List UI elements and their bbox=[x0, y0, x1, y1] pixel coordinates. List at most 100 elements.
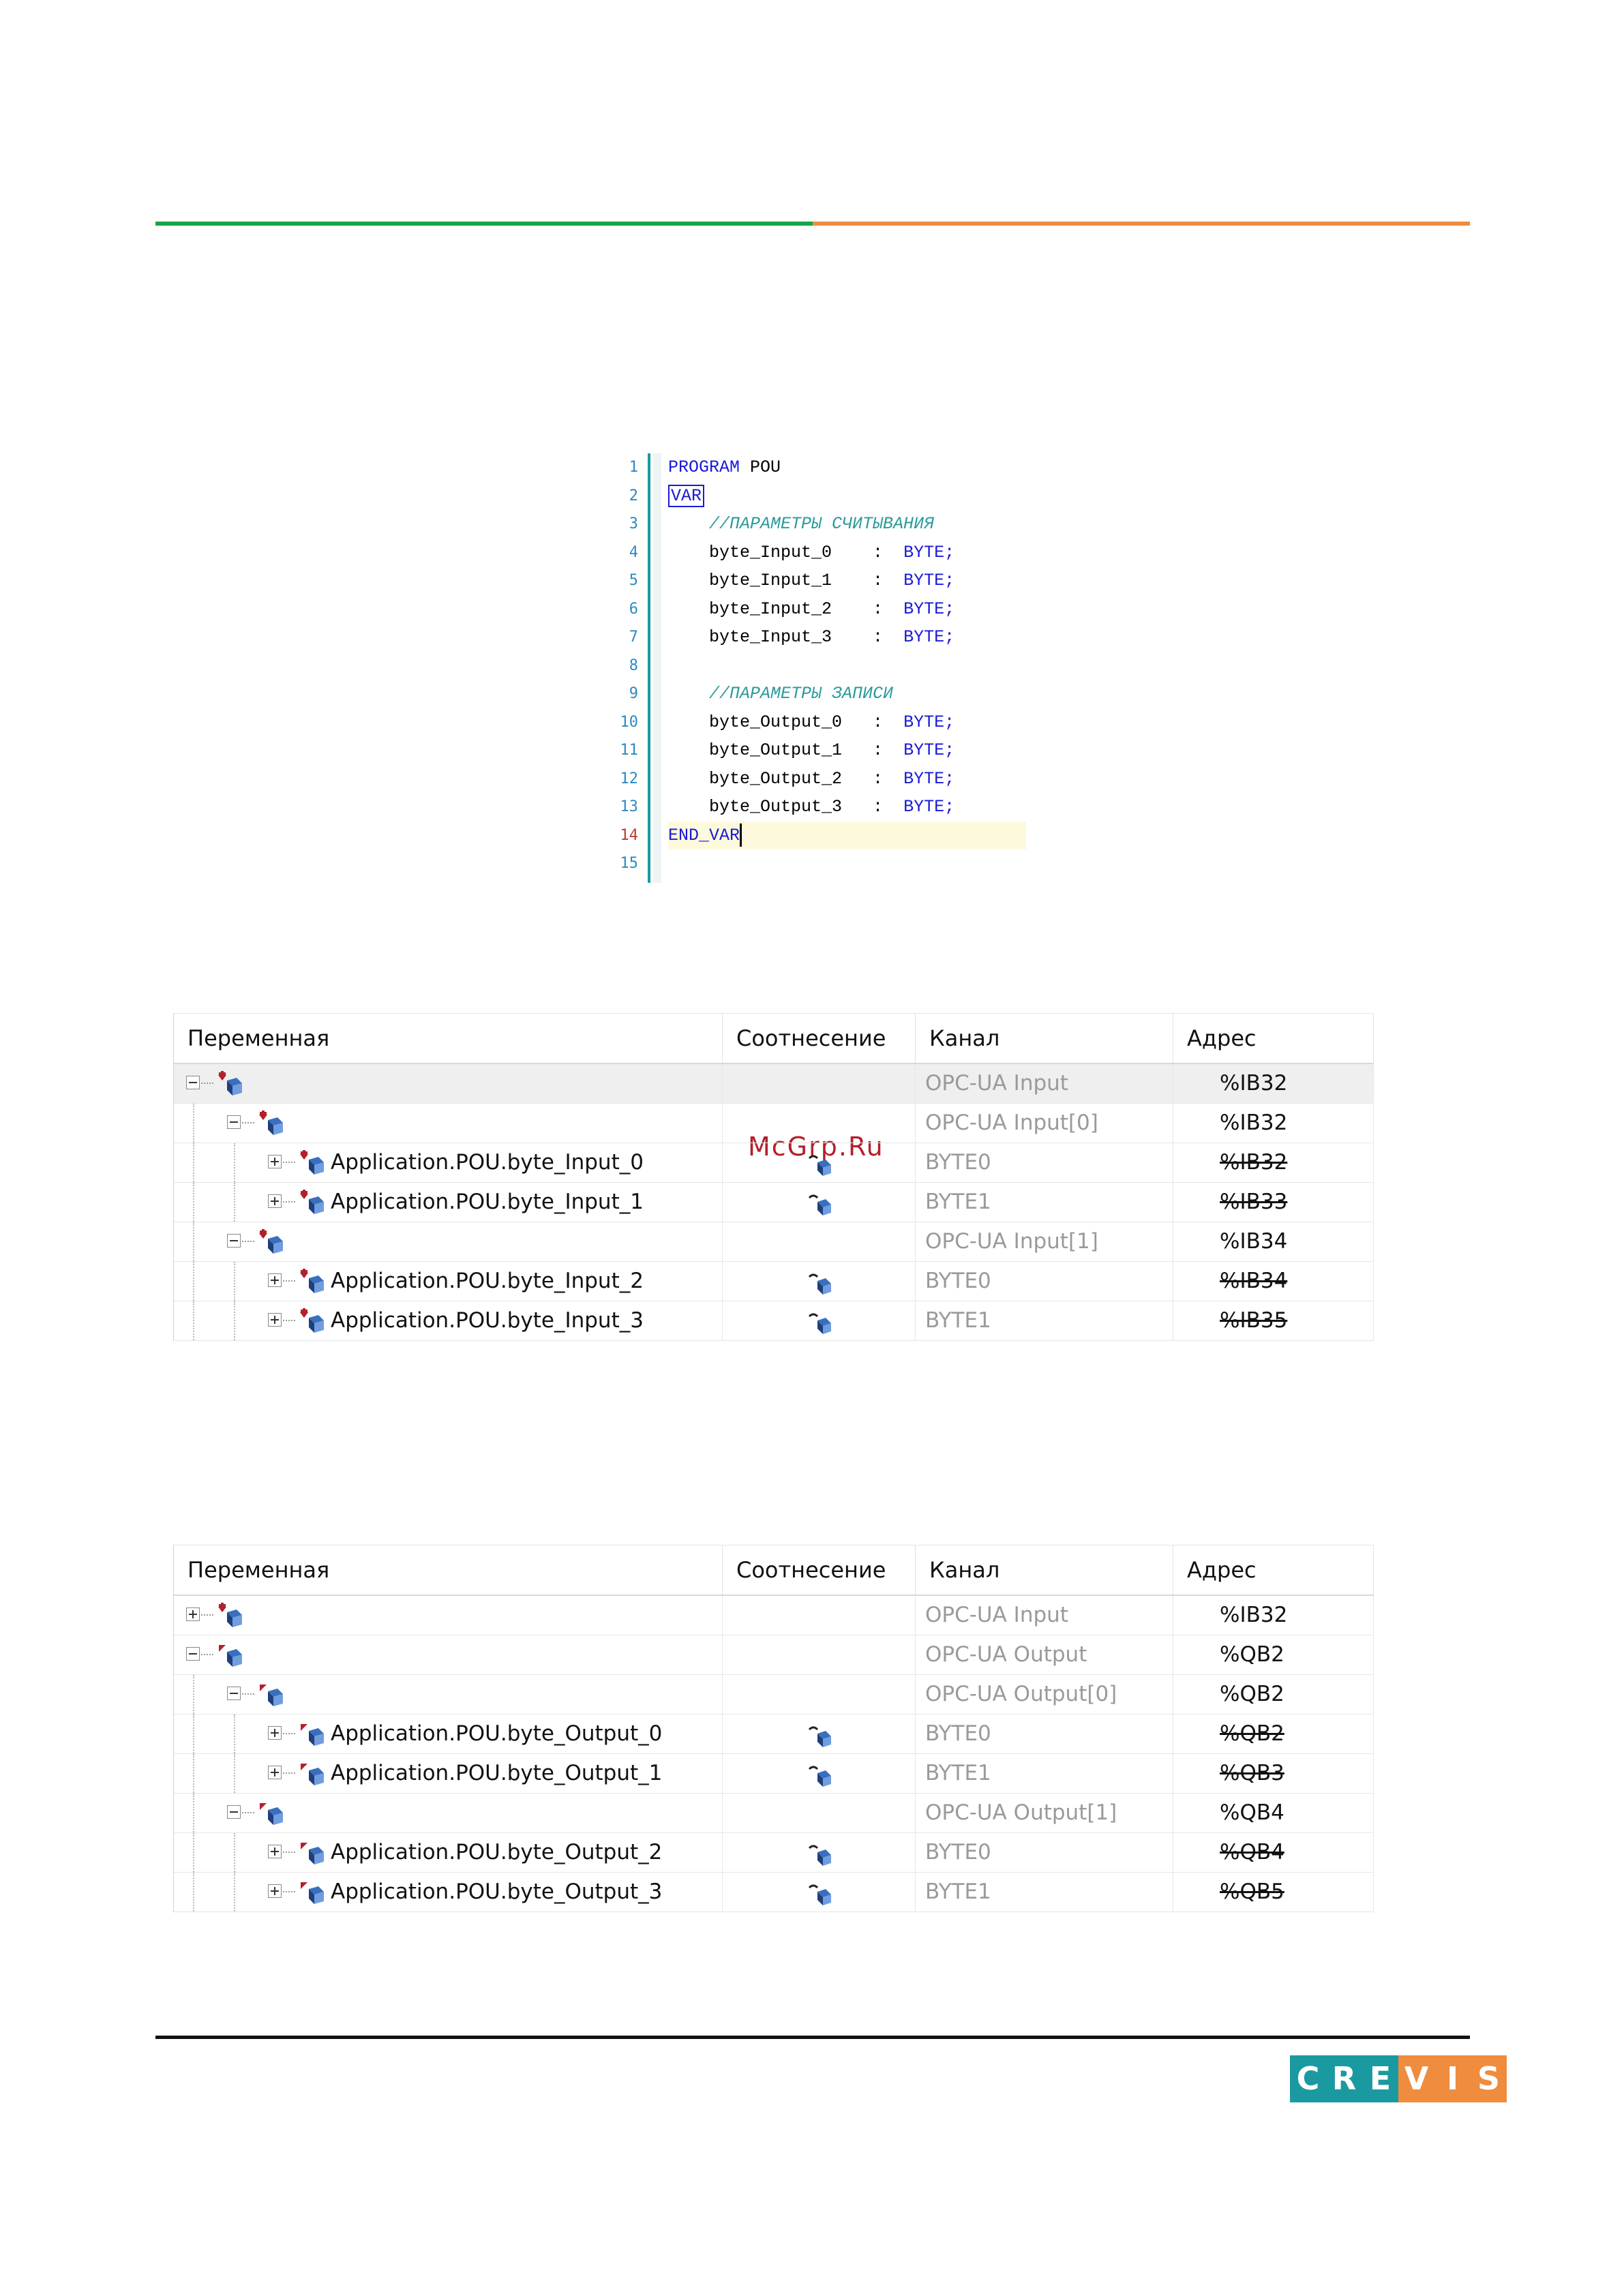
table-row[interactable]: OPC-UA Output[0] %QB2 bbox=[174, 1675, 1374, 1715]
input-channel-icon bbox=[257, 1111, 284, 1136]
logo-letter: I bbox=[1434, 2055, 1471, 2102]
variable-name[interactable]: Application.POU.byte_Input_3 bbox=[331, 1301, 644, 1340]
table-row[interactable]: Application.POU.byte_Input_1 BYTE1 %IB33 bbox=[174, 1183, 1374, 1222]
tree-guide bbox=[234, 1262, 235, 1301]
type-keyword: BYTE; bbox=[903, 571, 955, 590]
tree-guide bbox=[234, 1873, 235, 1912]
address-cell: %QB2 bbox=[1173, 1675, 1374, 1714]
map-existing-variable-icon bbox=[808, 1723, 832, 1747]
variable-name[interactable]: Application.POU.byte_Input_2 bbox=[331, 1262, 644, 1301]
tree-guide bbox=[193, 1715, 194, 1753]
mapping-cell[interactable] bbox=[723, 1715, 916, 1753]
expand-icon[interactable] bbox=[268, 1726, 282, 1740]
expand-icon[interactable] bbox=[268, 1194, 282, 1208]
table-row[interactable]: Application.POU.byte_Output_2 BYTE0 %QB4 bbox=[174, 1833, 1374, 1873]
variable-cell: Application.POU.byte_Input_1 bbox=[174, 1183, 723, 1222]
output-mapping-table[interactable]: Переменная Соотнесение Канал Адрес OPC-U… bbox=[173, 1545, 1374, 1912]
variable-name[interactable]: Application.POU.byte_Output_3 bbox=[331, 1873, 662, 1912]
type-keyword: BYTE; bbox=[903, 627, 955, 647]
address-cell: %QB2 bbox=[1173, 1715, 1374, 1753]
variable-name[interactable]: Application.POU.byte_Output_2 bbox=[331, 1833, 662, 1872]
mapping-cell[interactable] bbox=[723, 1104, 916, 1143]
mapping-cell[interactable] bbox=[723, 1675, 916, 1714]
header-rule bbox=[155, 222, 1470, 226]
table-row[interactable]: Application.POU.byte_Output_3 BYTE1 %QB5 bbox=[174, 1873, 1374, 1912]
variable-name[interactable]: Application.POU.byte_Output_1 bbox=[331, 1754, 662, 1793]
declaration: byte_Input_3 : bbox=[709, 627, 904, 647]
expand-icon[interactable] bbox=[186, 1607, 200, 1621]
mapping-cell[interactable] bbox=[723, 1222, 916, 1261]
line-number: 11 bbox=[620, 742, 639, 759]
collapse-icon[interactable] bbox=[186, 1076, 200, 1089]
output-channel-icon bbox=[257, 1800, 284, 1826]
address-cell: %IB32 bbox=[1173, 1596, 1374, 1635]
code-line: VAR bbox=[668, 482, 1026, 511]
expand-icon[interactable] bbox=[268, 1766, 282, 1779]
table-row[interactable]: OPC-UA Output[1] %QB4 bbox=[174, 1794, 1374, 1833]
column-header-variable[interactable]: Переменная bbox=[174, 1545, 723, 1595]
mapping-cell[interactable] bbox=[723, 1754, 916, 1793]
column-header-mapping[interactable]: Соотнесение bbox=[723, 1545, 916, 1595]
map-existing-variable-icon bbox=[808, 1151, 832, 1176]
code-line: byte_Input_1 : BYTE; bbox=[668, 567, 1026, 595]
input-channel-icon bbox=[257, 1229, 284, 1255]
mapping-cell[interactable] bbox=[723, 1873, 916, 1912]
address-cell: %QB3 bbox=[1173, 1754, 1374, 1793]
column-header-channel[interactable]: Канал bbox=[916, 1014, 1173, 1063]
collapse-icon[interactable] bbox=[227, 1115, 241, 1129]
mapping-cell[interactable] bbox=[723, 1833, 916, 1872]
column-header-address[interactable]: Адрес bbox=[1173, 1545, 1374, 1595]
variable-name[interactable]: Application.POU.byte_Input_0 bbox=[331, 1143, 644, 1182]
line-number: 15 bbox=[620, 855, 639, 872]
variable-name[interactable]: Application.POU.byte_Output_0 bbox=[331, 1715, 662, 1753]
table-row[interactable]: OPC-UA Input[1] %IB34 bbox=[174, 1222, 1374, 1262]
tree-connector bbox=[242, 1241, 254, 1242]
change-bar bbox=[648, 453, 650, 883]
collapse-icon[interactable] bbox=[227, 1234, 241, 1248]
expand-icon[interactable] bbox=[268, 1155, 282, 1168]
mapping-cell[interactable] bbox=[723, 1262, 916, 1301]
code-line: //ПАРАМЕТРЫ СЧИТЫВАНИЯ bbox=[668, 510, 1026, 539]
tree-guide bbox=[193, 1754, 194, 1793]
table-row[interactable]: OPC-UA Input %IB32 bbox=[174, 1596, 1374, 1635]
table-row[interactable]: Application.POU.byte_Output_0 BYTE0 %QB2 bbox=[174, 1715, 1374, 1754]
table-row[interactable]: Application.POU.byte_Input_2 BYTE0 %IB34 bbox=[174, 1262, 1374, 1301]
mapping-cell[interactable] bbox=[723, 1596, 916, 1635]
tree-connector bbox=[283, 1320, 295, 1321]
code-editor[interactable]: 1 2 3 4 5 6 7 8 9 10 11 12 13 14 15 PROG… bbox=[600, 453, 1026, 883]
expand-icon[interactable] bbox=[268, 1273, 282, 1287]
input-mapping-table[interactable]: Переменная Соотнесение Канал Адрес OPC-U… bbox=[173, 1013, 1374, 1341]
mapping-cell[interactable] bbox=[723, 1064, 916, 1103]
collapse-icon[interactable] bbox=[227, 1687, 241, 1700]
table-row[interactable]: OPC-UA Input[0] %IB32 bbox=[174, 1104, 1374, 1143]
logo-letter: V bbox=[1398, 2055, 1434, 2102]
column-header-mapping[interactable]: Соотнесение bbox=[723, 1014, 916, 1063]
table-row[interactable]: Application.POU.byte_Input_0 BYTE0 %IB32 bbox=[174, 1143, 1374, 1183]
tree-guide bbox=[193, 1873, 194, 1912]
variable-name[interactable]: Application.POU.byte_Input_1 bbox=[331, 1183, 644, 1222]
collapse-icon[interactable] bbox=[186, 1647, 200, 1661]
variable-cell bbox=[174, 1104, 723, 1143]
expand-icon[interactable] bbox=[268, 1313, 282, 1327]
mapping-cell[interactable] bbox=[723, 1183, 916, 1222]
code-content[interactable]: PROGRAM POU VAR //ПАРАМЕТРЫ СЧИТЫВАНИЯ b… bbox=[668, 453, 1026, 878]
line-number: 3 bbox=[629, 515, 638, 532]
column-header-address[interactable]: Адрес bbox=[1173, 1014, 1374, 1063]
column-header-channel[interactable]: Канал bbox=[916, 1545, 1173, 1595]
map-existing-variable-icon bbox=[808, 1881, 832, 1905]
mapping-cell[interactable] bbox=[723, 1794, 916, 1832]
mapping-cell[interactable] bbox=[723, 1635, 916, 1674]
expand-icon[interactable] bbox=[268, 1845, 282, 1858]
table-row[interactable]: OPC-UA Input %IB32 bbox=[174, 1064, 1374, 1104]
mapping-cell[interactable] bbox=[723, 1143, 916, 1182]
table-row[interactable]: OPC-UA Output %QB2 bbox=[174, 1635, 1374, 1675]
collapse-icon[interactable] bbox=[227, 1805, 241, 1819]
variable-cell: Application.POU.byte_Input_0 bbox=[174, 1143, 723, 1182]
variable-cell: Application.POU.byte_Input_2 bbox=[174, 1262, 723, 1301]
column-header-variable[interactable]: Переменная bbox=[174, 1014, 723, 1063]
table-row[interactable]: Application.POU.byte_Input_3 BYTE1 %IB35 bbox=[174, 1301, 1374, 1341]
channel-cell: BYTE1 bbox=[916, 1301, 1173, 1340]
table-row[interactable]: Application.POU.byte_Output_1 BYTE1 %QB3 bbox=[174, 1754, 1374, 1794]
expand-icon[interactable] bbox=[268, 1884, 282, 1898]
mapping-cell[interactable] bbox=[723, 1301, 916, 1340]
